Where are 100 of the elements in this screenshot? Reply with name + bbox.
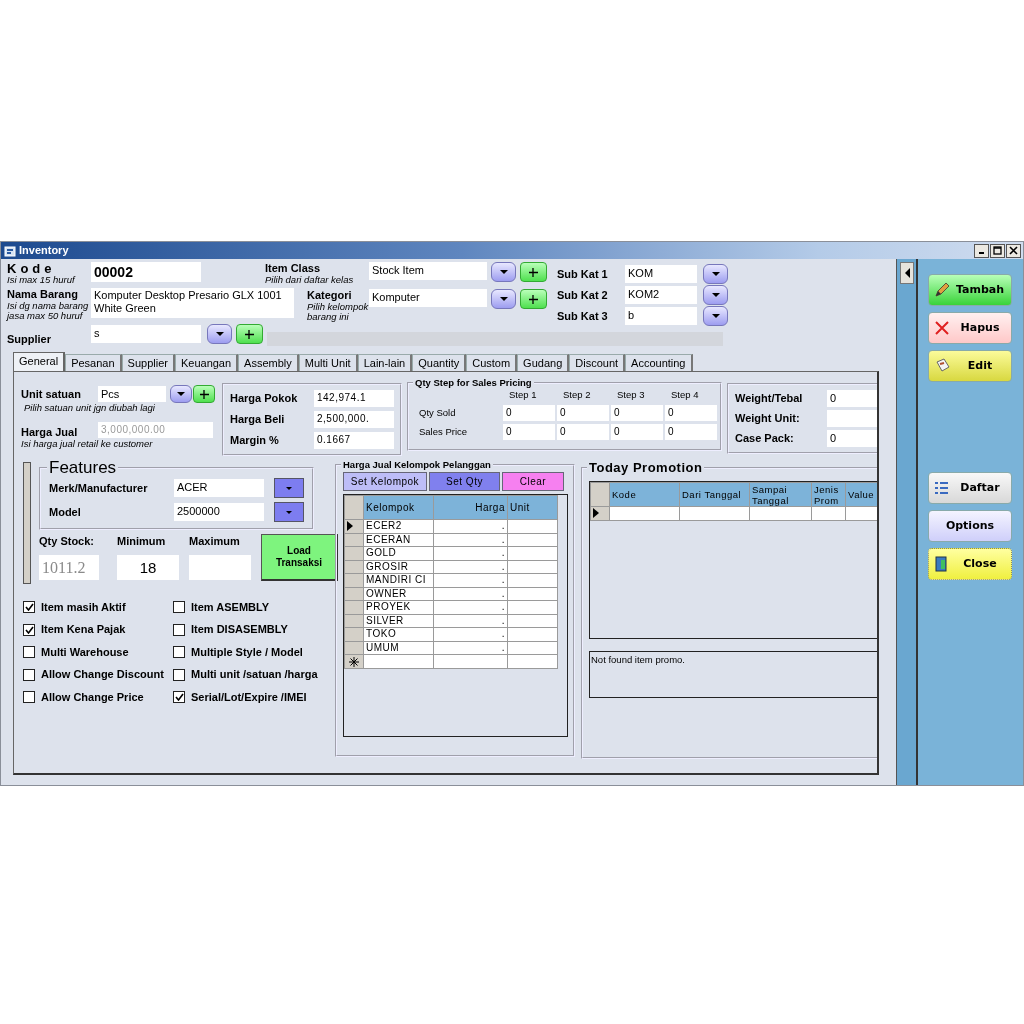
input-field[interactable]: 0: [503, 405, 555, 422]
checkbox[interactable]: [173, 623, 185, 636]
plus-icon: [529, 267, 538, 277]
input-field[interactable]: KOM2: [625, 286, 697, 304]
column-header[interactable]: Kelompok: [363, 495, 434, 520]
input-field[interactable]: 0: [827, 390, 877, 407]
input-field[interactable]: 00002: [91, 262, 201, 282]
add-button[interactable]: [520, 262, 547, 282]
input-field[interactable]: 0: [665, 424, 717, 441]
tab[interactable]: Multi Unit: [298, 354, 358, 371]
splitter-bar[interactable]: [23, 462, 31, 584]
tab[interactable]: Discount: [569, 354, 626, 371]
dropdown-button[interactable]: [491, 289, 516, 309]
caret-icon: [710, 271, 721, 277]
input-field[interactable]: [189, 554, 251, 580]
add-button[interactable]: [520, 289, 547, 309]
column-header[interactable]: Sampai Tanggal: [749, 482, 812, 507]
input-field[interactable]: Stock Item: [369, 262, 487, 280]
field-label: Model: [49, 505, 82, 519]
dropdown-button[interactable]: [703, 306, 728, 326]
message-text: Not found item promo.: [591, 653, 686, 667]
action-button[interactable]: Edit: [928, 350, 1012, 382]
column-header[interactable]: Dari Tanggal: [679, 482, 750, 507]
tab[interactable]: Custom: [466, 354, 518, 371]
toolbar-button[interactable]: Set Qty: [429, 472, 500, 491]
input-field[interactable]: 2,500,000.: [314, 411, 394, 428]
column-header[interactable]: Harga: [433, 495, 508, 520]
checkbox-label: Multi unit /satuan /harga: [191, 668, 318, 682]
load-button[interactable]: Load Transaksi: [261, 534, 338, 581]
checkbox[interactable]: [23, 691, 35, 704]
input-field[interactable]: 0: [503, 424, 555, 441]
tab[interactable]: Lain-lain: [357, 354, 413, 371]
field-label: Kategori: [307, 289, 353, 302]
action-button[interactable]: Tambah: [928, 274, 1012, 306]
checkbox[interactable]: [23, 668, 35, 681]
column-header[interactable]: Kode: [609, 482, 680, 507]
tab[interactable]: Gudang: [517, 354, 570, 371]
tab[interactable]: Quantity: [412, 354, 467, 371]
door-icon: [934, 556, 950, 572]
checkbox[interactable]: [23, 601, 35, 614]
action-button[interactable]: Hapus: [928, 312, 1012, 344]
input-field[interactable]: b: [625, 307, 697, 325]
tab[interactable]: Supplier: [121, 354, 175, 371]
minimize-button[interactable]: [974, 243, 989, 258]
close-button[interactable]: [1006, 243, 1021, 258]
field-label: Qty Stock:: [39, 535, 95, 549]
checkbox-label: Item DISASEMBLY: [191, 623, 288, 637]
tab[interactable]: Assembly: [238, 354, 299, 371]
plus-icon: [529, 294, 538, 304]
action-button[interactable]: Close: [928, 548, 1012, 580]
column-header[interactable]: Unit: [507, 495, 558, 520]
notepad-icon: [934, 358, 950, 374]
maximize-button[interactable]: [990, 243, 1005, 258]
action-button[interactable]: Options: [928, 510, 1012, 542]
input-field[interactable]: 0: [611, 424, 663, 441]
field-label: Sub Kat 2: [557, 288, 609, 302]
input-field[interactable]: 142,974.1: [314, 390, 394, 407]
toolbar-button[interactable]: Set Kelompok: [343, 472, 427, 491]
tab[interactable]: General: [13, 352, 66, 371]
input-field[interactable]: s: [91, 325, 201, 343]
new-row-icon: [349, 656, 359, 667]
toolbar-button[interactable]: Clear: [502, 472, 564, 491]
dropdown-button[interactable]: [703, 264, 728, 284]
input-field[interactable]: 2500000: [174, 503, 264, 521]
checkbox[interactable]: [23, 623, 35, 636]
dropdown-button[interactable]: [207, 324, 232, 344]
tab[interactable]: Accounting: [625, 354, 693, 371]
checkbox[interactable]: [173, 646, 185, 659]
checkbox[interactable]: [173, 691, 185, 704]
input-field[interactable]: ACER: [174, 479, 264, 497]
field-label: Minimum: [117, 535, 167, 549]
input-field[interactable]: 0.1667: [314, 432, 394, 449]
input-field[interactable]: 0: [557, 405, 609, 422]
checkbox[interactable]: [173, 601, 185, 614]
column-header[interactable]: Jenis Prom: [811, 482, 846, 507]
dropdown-button[interactable]: [491, 262, 516, 282]
input-field[interactable]: 18: [117, 554, 179, 580]
checkbox[interactable]: [23, 646, 35, 659]
input-field[interactable]: 0: [665, 405, 717, 422]
input-field[interactable]: Komputer Desktop Presario GLX 1001 White Green: [91, 288, 294, 318]
action-button[interactable]: Daftar: [928, 472, 1012, 504]
tab[interactable]: Keuangan: [174, 354, 239, 371]
column-header[interactable]: Value: [845, 482, 877, 507]
field-label: Harga Jual: [21, 426, 79, 439]
dropdown-button[interactable]: [170, 385, 192, 403]
checkbox[interactable]: [173, 668, 185, 681]
tab[interactable]: Pesanan: [65, 354, 122, 371]
input-field[interactable]: Komputer: [369, 289, 487, 307]
add-button[interactable]: [236, 324, 263, 344]
input-field[interactable]: 0: [611, 405, 663, 422]
input-field[interactable]: Pcs: [98, 386, 166, 402]
input-field[interactable]: 0: [827, 430, 877, 447]
collapse-button[interactable]: [899, 262, 914, 284]
caret-icon: [710, 313, 721, 319]
dropdown-button[interactable]: [703, 285, 728, 305]
input-field[interactable]: KOM: [625, 265, 697, 283]
caret-icon: [176, 391, 186, 397]
input-field[interactable]: 0: [557, 424, 609, 441]
column-label: Step 4: [670, 388, 700, 402]
add-button[interactable]: [193, 385, 215, 403]
